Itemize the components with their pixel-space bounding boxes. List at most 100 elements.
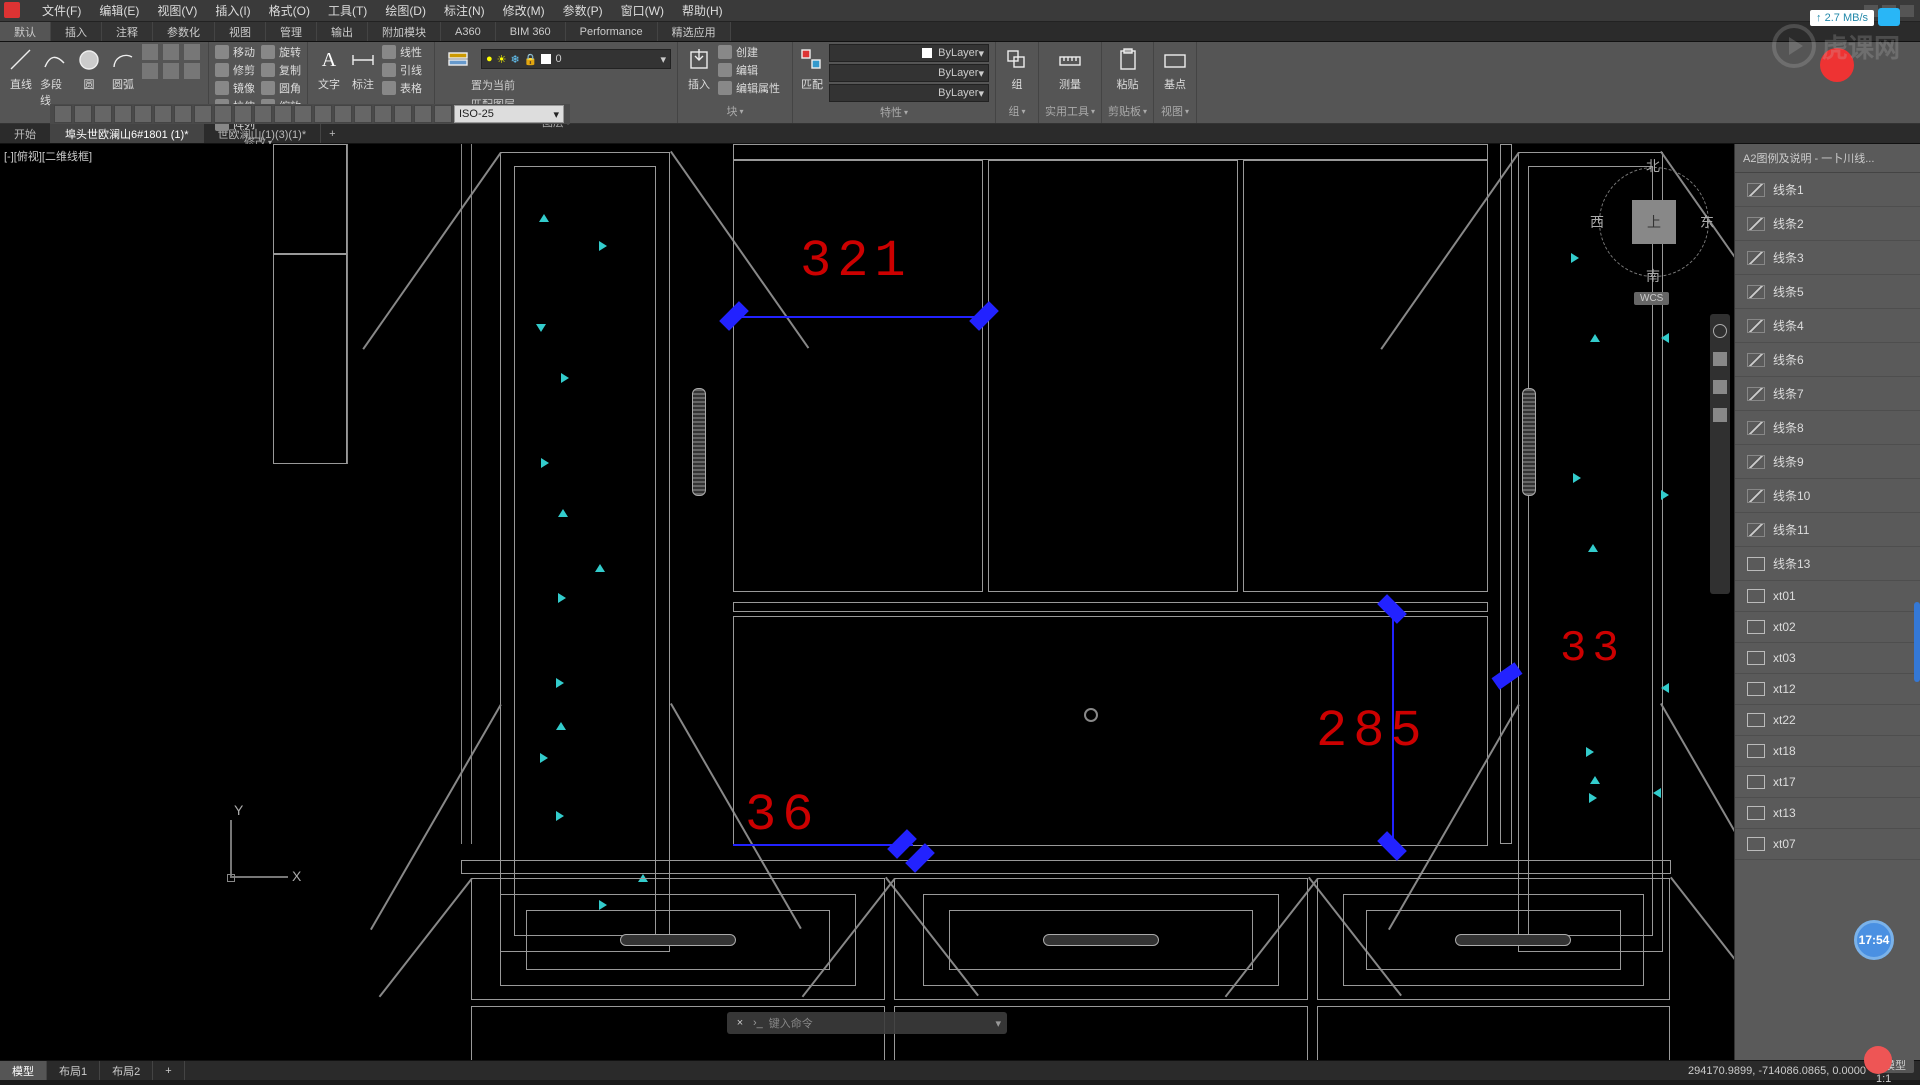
menu-dim[interactable]: 标注(N) bbox=[442, 0, 487, 21]
text-button[interactable]: A文字 bbox=[314, 44, 344, 92]
toggle-icon[interactable] bbox=[354, 105, 372, 123]
set-current-button[interactable]: 置为当前 bbox=[471, 77, 515, 93]
palette-item[interactable]: xt17 bbox=[1735, 767, 1920, 798]
palette-item[interactable]: 线条11 bbox=[1735, 513, 1920, 547]
toggle-icon[interactable] bbox=[334, 105, 352, 123]
toggle-icon[interactable] bbox=[274, 105, 292, 123]
rtab-view[interactable]: 视图 bbox=[215, 22, 266, 41]
toggle-icon[interactable] bbox=[154, 105, 172, 123]
line-button[interactable]: 直线 bbox=[6, 44, 36, 92]
menu-param[interactable]: 参数(P) bbox=[561, 0, 605, 21]
linear-button[interactable]: 线性 bbox=[382, 44, 422, 60]
polyline-button[interactable]: 多段线 bbox=[40, 44, 70, 108]
move-button[interactable]: 移动 bbox=[215, 44, 255, 60]
palette-item[interactable]: 线条6 bbox=[1735, 343, 1920, 377]
palette-item[interactable]: 线条2 bbox=[1735, 207, 1920, 241]
toggle-icon[interactable] bbox=[374, 105, 392, 123]
layout-tab-add[interactable]: + bbox=[153, 1061, 184, 1080]
cmdline-close-icon[interactable]: × bbox=[733, 1017, 747, 1029]
spline-icon[interactable] bbox=[142, 63, 158, 79]
layout-tab-2[interactable]: 布局2 bbox=[100, 1061, 153, 1080]
menu-format[interactable]: 格式(O) bbox=[267, 0, 312, 21]
palette-item[interactable]: xt01 bbox=[1735, 581, 1920, 612]
palette-item[interactable]: 线条7 bbox=[1735, 377, 1920, 411]
layer-props-button[interactable] bbox=[441, 44, 475, 74]
toggle-icon[interactable] bbox=[234, 105, 252, 123]
rtab-manage[interactable]: 管理 bbox=[266, 22, 317, 41]
cmdline-dropdown-icon[interactable]: ▾ bbox=[995, 1017, 1001, 1030]
palette-item[interactable]: 线条1 bbox=[1735, 173, 1920, 207]
rtab-bim360[interactable]: BIM 360 bbox=[496, 22, 566, 41]
viewcube-wcs[interactable]: WCS bbox=[1634, 292, 1669, 305]
nav-wheel-icon[interactable] bbox=[1713, 324, 1727, 338]
menu-window[interactable]: 窗口(W) bbox=[619, 0, 666, 21]
menu-file[interactable]: 文件(F) bbox=[40, 0, 83, 21]
layout-tab-1[interactable]: 布局1 bbox=[47, 1061, 100, 1080]
copy-button[interactable]: 复制 bbox=[261, 62, 301, 78]
arc-button[interactable]: 圆弧 bbox=[108, 44, 138, 92]
command-line[interactable]: × ›_ 键入命令 ▾ bbox=[727, 1012, 1007, 1034]
doc-tab-start[interactable]: 开始 bbox=[0, 124, 51, 143]
dim-button[interactable]: 标注 bbox=[348, 44, 378, 92]
hatch-icon[interactable] bbox=[163, 44, 179, 60]
view-label[interactable]: [-][俯视][二维线框] bbox=[4, 148, 92, 164]
scrollbar-thumb[interactable] bbox=[1914, 602, 1920, 682]
mirror-button[interactable]: 镜像 bbox=[215, 80, 255, 96]
menu-view[interactable]: 视图(V) bbox=[155, 0, 199, 21]
toggle-icon[interactable] bbox=[434, 105, 452, 123]
toggle-icon[interactable] bbox=[74, 105, 92, 123]
rtab-default[interactable]: 默认 bbox=[0, 22, 51, 41]
ellipse-icon[interactable] bbox=[184, 44, 200, 60]
viewcube-south[interactable]: 南 bbox=[1646, 266, 1660, 286]
props-match-button[interactable]: 匹配 bbox=[799, 44, 825, 92]
menu-modify[interactable]: 修改(M) bbox=[501, 0, 547, 21]
drawing-canvas[interactable]: [-][俯视][二维线框] bbox=[0, 144, 1734, 1060]
toggle-icon[interactable] bbox=[194, 105, 212, 123]
circle-button[interactable]: 圆 bbox=[74, 44, 104, 92]
menu-tools[interactable]: 工具(T) bbox=[326, 0, 369, 21]
palette-item[interactable]: xt13 bbox=[1735, 798, 1920, 829]
tool-palette[interactable]: A2图例及说明 - 一卜川线... 线条1线条2线条3线条5线条4线条6线条7线… bbox=[1734, 144, 1920, 1060]
table-button[interactable]: 表格 bbox=[382, 80, 422, 96]
measure-button[interactable]: 测量 bbox=[1055, 44, 1085, 92]
palette-item[interactable]: 线条10 bbox=[1735, 479, 1920, 513]
view-cube[interactable]: 上 北 南 东 西 WCS bbox=[1594, 162, 1714, 282]
viewcube-top-face[interactable]: 上 bbox=[1632, 200, 1676, 244]
basepoint-button[interactable]: 基点 bbox=[1160, 44, 1190, 92]
toggle-icon[interactable] bbox=[54, 105, 72, 123]
toggle-icon[interactable] bbox=[314, 105, 332, 123]
toggle-icon[interactable] bbox=[414, 105, 432, 123]
palette-item[interactable]: xt03 bbox=[1735, 643, 1920, 674]
menu-draw[interactable]: 绘图(D) bbox=[383, 0, 428, 21]
palette-item[interactable]: 线条8 bbox=[1735, 411, 1920, 445]
rtab-featured[interactable]: 精选应用 bbox=[658, 22, 731, 41]
menu-help[interactable]: 帮助(H) bbox=[680, 0, 725, 21]
trim-button[interactable]: 修剪 bbox=[215, 62, 255, 78]
leader-button[interactable]: 引线 bbox=[382, 62, 422, 78]
palette-item[interactable]: 线条13 bbox=[1735, 547, 1920, 581]
lineweight-dropdown[interactable]: ByLayer ▾ bbox=[829, 64, 989, 82]
rect-icon[interactable] bbox=[142, 44, 158, 60]
rtab-annot[interactable]: 注释 bbox=[102, 22, 153, 41]
edit-block-button[interactable]: 编辑 bbox=[718, 62, 780, 78]
toggle-icon[interactable] bbox=[174, 105, 192, 123]
region-icon[interactable] bbox=[184, 63, 200, 79]
viewcube-east[interactable]: 东 bbox=[1700, 212, 1714, 232]
toggle-icon[interactable] bbox=[134, 105, 152, 123]
menu-edit[interactable]: 编辑(E) bbox=[97, 0, 141, 21]
status-scale[interactable]: 1:1 bbox=[1876, 1073, 1891, 1085]
rtab-param[interactable]: 参数化 bbox=[153, 22, 215, 41]
rtab-perf[interactable]: Performance bbox=[566, 22, 658, 41]
paste-button[interactable]: 粘贴 bbox=[1113, 44, 1143, 92]
palette-item[interactable]: xt22 bbox=[1735, 705, 1920, 736]
palette-item[interactable]: 线条9 bbox=[1735, 445, 1920, 479]
palette-item[interactable]: xt02 bbox=[1735, 612, 1920, 643]
palette-item[interactable]: xt18 bbox=[1735, 736, 1920, 767]
rtab-addons[interactable]: 附加模块 bbox=[368, 22, 441, 41]
toggle-icon[interactable] bbox=[94, 105, 112, 123]
palette-item[interactable]: 线条4 bbox=[1735, 309, 1920, 343]
linetype-dropdown[interactable]: ByLayer ▾ bbox=[829, 84, 989, 102]
toggle-icon[interactable] bbox=[294, 105, 312, 123]
fillet-button[interactable]: 圆角 bbox=[261, 80, 301, 96]
point-icon[interactable] bbox=[163, 63, 179, 79]
